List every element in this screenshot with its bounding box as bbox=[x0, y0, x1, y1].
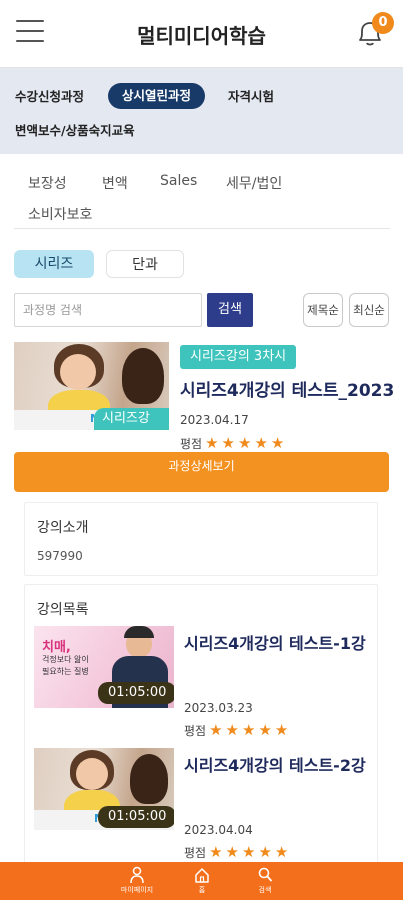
rating-label: 평점 bbox=[184, 724, 207, 738]
app-header: 멀티미디어학습 0 bbox=[0, 0, 403, 68]
list-item[interactable]: 치매, 걱정보다 앎이 필요하는 질병 01:05:00 시리즈4개강의 테스트… bbox=[34, 626, 368, 738]
lesson-rating: 평점 ★ ★ ★ ★ ★ bbox=[184, 722, 288, 739]
nav-label: 검색 bbox=[258, 886, 272, 894]
category-tab-certification[interactable]: 자격시험 bbox=[228, 84, 274, 110]
sort-by-title-button[interactable]: 제목순 bbox=[303, 293, 343, 327]
lesson-title[interactable]: 시리즈4개강의 테스트-1강 bbox=[184, 631, 368, 656]
nav-search[interactable]: 검색 bbox=[240, 866, 290, 895]
intro-title: 강의소개 bbox=[37, 520, 89, 536]
nav-label: 마이페이지 bbox=[120, 886, 154, 894]
course-thumbnail[interactable]: MS 시리즈강의 bbox=[14, 342, 169, 430]
star-icon: ★ bbox=[258, 721, 272, 739]
star-icon: ★ bbox=[242, 843, 256, 861]
nav-mypage[interactable]: 마이페이지 bbox=[112, 866, 162, 895]
course-title[interactable]: 시리즈4개강의 테스트_2023 bbox=[180, 376, 403, 401]
person-icon bbox=[130, 866, 144, 884]
divider bbox=[14, 228, 390, 229]
lesson-title[interactable]: 시리즈4개강의 테스트-2강 bbox=[184, 753, 368, 778]
star-icon: ★ bbox=[270, 434, 285, 452]
sort-latest-button[interactable]: 최신순 bbox=[349, 293, 389, 327]
duration-badge: 01:05:00 bbox=[98, 806, 174, 828]
thumbnail-label: 시리즈강의 bbox=[94, 408, 169, 430]
star-icon: ★ bbox=[274, 721, 289, 739]
star-icon: ★ bbox=[209, 843, 223, 861]
thumbnail-text: 필요하는 질병 bbox=[42, 667, 89, 676]
subtab-coverage[interactable]: 보장성 bbox=[28, 173, 67, 193]
star-icon: ★ bbox=[209, 721, 223, 739]
search-button[interactable]: 검색 bbox=[207, 293, 253, 327]
thumbnail-text: 치매, bbox=[42, 640, 71, 655]
star-icon: ★ bbox=[221, 434, 235, 452]
lesson-thumbnail: MS 01:05:00 bbox=[34, 748, 174, 830]
star-icon: ★ bbox=[258, 843, 272, 861]
category-bar: 수강신청과정 상시열린과정 자격시험 변액보수/상품숙지교육 bbox=[0, 68, 403, 154]
course-rating: 평점 ★ ★ ★ ★ ★ bbox=[180, 435, 284, 452]
star-icon: ★ bbox=[242, 721, 256, 739]
subtab-consumer-protection[interactable]: 소비자보호 bbox=[28, 204, 92, 224]
star-icon: ★ bbox=[274, 843, 289, 861]
search-input[interactable] bbox=[14, 293, 202, 327]
home-icon bbox=[195, 868, 209, 883]
star-icon: ★ bbox=[205, 434, 219, 452]
search-icon bbox=[258, 867, 272, 882]
nav-label: 홈 bbox=[198, 886, 206, 894]
star-icon: ★ bbox=[225, 721, 239, 739]
category-tab-apply[interactable]: 수강신청과정 bbox=[15, 84, 84, 110]
lesson-thumbnail: 치매, 걱정보다 앎이 필요하는 질병 01:05:00 bbox=[34, 626, 174, 708]
star-icon: ★ bbox=[254, 434, 268, 452]
lesson-list-title: 강의목록 bbox=[37, 602, 89, 618]
segment-series[interactable]: 시리즈 bbox=[14, 250, 94, 278]
lesson-date: 2023.04.04 bbox=[184, 823, 253, 837]
intro-text: 597990 bbox=[37, 549, 83, 563]
lesson-rating: 평점 ★ ★ ★ ★ ★ bbox=[184, 844, 288, 861]
bottom-nav: 마이페이지 홈 검색 bbox=[0, 862, 403, 900]
notification-badge: 0 bbox=[372, 12, 394, 34]
duration-badge: 01:05:00 bbox=[98, 682, 174, 704]
course-tag: 시리즈강의 3차시 bbox=[180, 345, 297, 369]
nav-home[interactable]: 홈 bbox=[177, 866, 227, 895]
category-tab-variable-product[interactable]: 변액보수/상품숙지교육 bbox=[15, 118, 135, 144]
lesson-date: 2023.03.23 bbox=[184, 701, 253, 715]
course-detail-button[interactable]: 과정상세보기 bbox=[14, 452, 389, 492]
page-title: 멀티미디어학습 bbox=[137, 24, 266, 48]
segment-single[interactable]: 단과 bbox=[106, 250, 184, 278]
subtab-variable[interactable]: 변액 bbox=[102, 173, 128, 193]
category-tab-open[interactable]: 상시열린과정 bbox=[108, 83, 206, 109]
subtab-sales[interactable]: Sales bbox=[160, 173, 197, 189]
star-icon: ★ bbox=[238, 434, 252, 452]
rating-label: 평점 bbox=[184, 846, 207, 860]
thumbnail-text: 걱정보다 앎이 bbox=[42, 655, 89, 664]
rating-label: 평점 bbox=[180, 437, 203, 451]
course-date: 2023.04.17 bbox=[180, 413, 249, 427]
list-item[interactable]: MS 01:05:00 시리즈4개강의 테스트-2강 2023.04.04 평점… bbox=[34, 748, 368, 860]
intro-card: 강의소개 597990 bbox=[24, 502, 378, 576]
star-icon: ★ bbox=[225, 843, 239, 861]
subtab-tax-corporate[interactable]: 세무/법인 bbox=[226, 173, 282, 193]
